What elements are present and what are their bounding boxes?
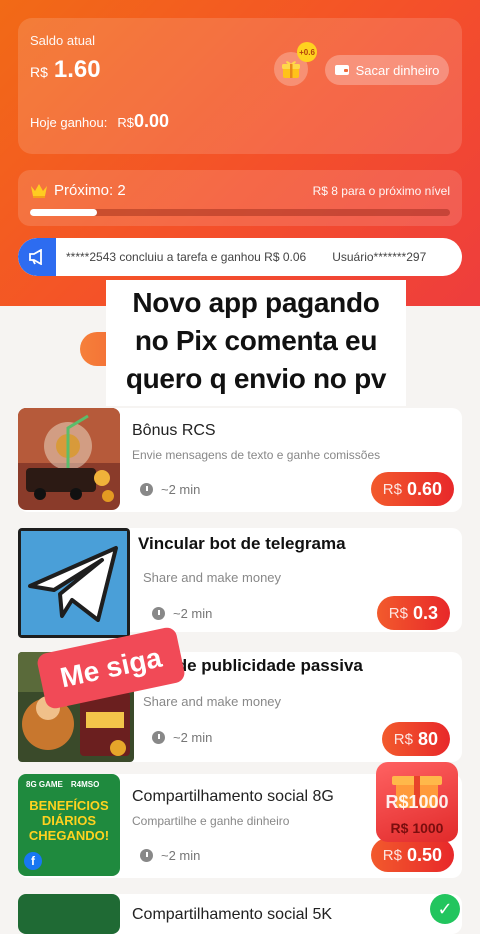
clock-icon <box>152 731 165 744</box>
check-icon: ✓ <box>430 894 460 924</box>
task-title: Vincular bot de telegrama <box>138 534 346 553</box>
floating-gift-promo[interactable]: R$1000 R$ 1000 <box>376 762 458 842</box>
task-description: Share and make money <box>143 570 282 585</box>
task-thumbnail <box>18 408 120 510</box>
level-title: Próximo: 2 <box>30 182 126 199</box>
wallet-icon <box>334 65 349 75</box>
task-title: Bônus RCS <box>132 422 216 439</box>
gift-amount-secondary: R$ 1000 <box>390 820 444 836</box>
balance-label: Saldo atual <box>30 33 96 48</box>
withdraw-button[interactable]: Sacar dinheiro <box>325 55 449 85</box>
task-card-social-5k[interactable]: Compartilhamento social 5K <box>18 894 462 934</box>
gift-amount: R$1000 <box>385 792 449 812</box>
megaphone-icon <box>18 238 56 276</box>
task-description: Envie mensagens de texto e ganhe comissõ… <box>132 448 381 462</box>
ticker-text: *****2543 concluiu a tarefa e ganhou R$ … <box>66 250 427 264</box>
gift-badge: +0.6 <box>297 42 317 62</box>
reward-button[interactable]: R$ 0.50 <box>370 838 454 872</box>
balance-amount: R$ 1.60 <box>30 56 101 83</box>
level-progress-fill <box>30 209 98 216</box>
task-thumbnail: 8G GAME R4MSO BENEFÍCIOS DIÁRIOS CHEGAND… <box>18 774 120 876</box>
promo-headline: BENEFÍCIOS DIÁRIOS CHEGANDO! <box>28 798 110 843</box>
promo-overlay-text: Novo app pagando no Pix comenta eu quero… <box>106 280 406 406</box>
clock-icon <box>140 483 153 496</box>
crown-icon <box>31 184 47 198</box>
clock-icon <box>152 607 165 620</box>
balance-card: Saldo atual R$ 1.60 Hoje ganhou: R$0.00 … <box>18 18 462 154</box>
task-title: Compartilhamento social 5K <box>132 906 333 923</box>
today-earnings: Hoje ganhou: R$0.00 <box>30 111 170 131</box>
level-card: Próximo: 2 R$ 8 para o próximo nível <box>18 170 462 226</box>
task-duration: ~2 min <box>152 606 212 621</box>
level-progress-bar <box>30 209 450 216</box>
task-duration: ~2 min <box>140 482 200 497</box>
telegram-icon <box>18 528 130 638</box>
task-description: Share and make money <box>143 694 282 709</box>
facebook-icon: f <box>24 852 42 870</box>
task-title: Compartilhamento social 8G <box>132 788 334 805</box>
task-thumbnail <box>18 894 120 934</box>
level-next-text: R$ 8 para o próximo nível <box>312 184 450 198</box>
gift-icon <box>282 61 300 78</box>
task-card-rcs[interactable]: Bônus RCS Envie mensagens de texto e gan… <box>18 408 462 512</box>
promo-brand: 8G GAME R4MSO <box>26 780 100 789</box>
reward-button[interactable]: R$ 0.3 <box>376 596 450 630</box>
task-card-telegram[interactable]: Vincular bot de telegrama Share and make… <box>18 528 462 638</box>
announcement-ticker: *****2543 concluiu a tarefa e ganhou R$ … <box>18 238 462 276</box>
task-description: Compartilhe e ganhe dinheiro <box>132 814 290 828</box>
task-thumbnail <box>18 528 130 638</box>
reward-button[interactable]: R$ 80 <box>381 722 450 756</box>
clock-icon <box>140 849 153 862</box>
task-duration: ~2 min <box>152 730 212 745</box>
train-coins-image <box>18 408 120 510</box>
task-duration: ~2 min <box>140 848 200 863</box>
reward-button[interactable]: R$ 0.60 <box>370 472 454 506</box>
